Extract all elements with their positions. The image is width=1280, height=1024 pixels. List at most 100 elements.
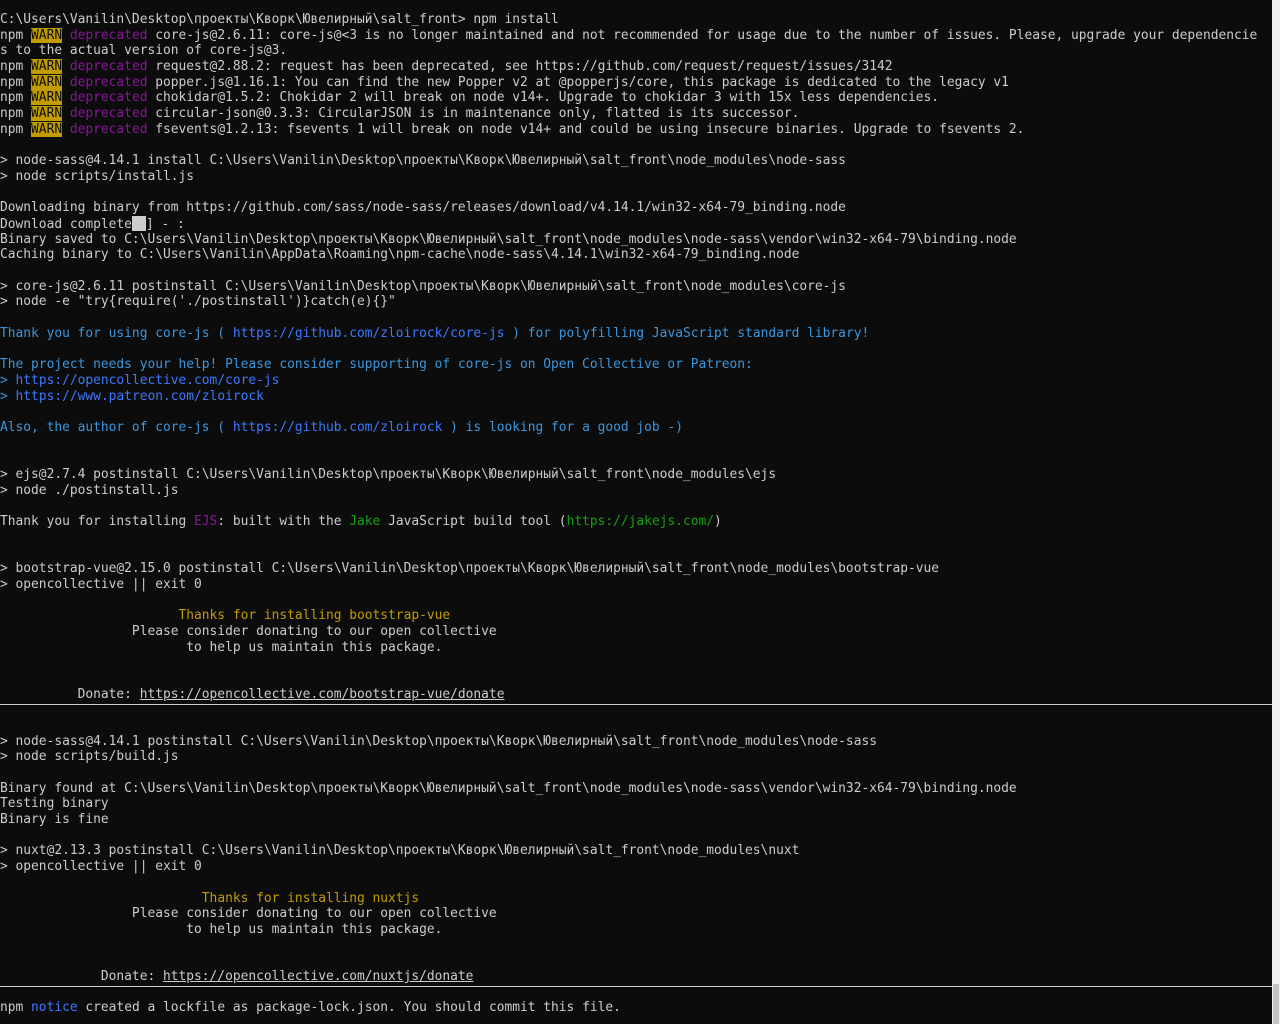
terminal-text: core-js@2.6.11: core-js@<3 is no longer … (147, 27, 1258, 43)
separator-line (0, 986, 1272, 987)
terminal-line: Binary found at C:\Users\Vanilin\Desktop… (0, 781, 1272, 797)
terminal-text: WARN (31, 106, 63, 122)
terminal-text: https://opencollective.com/core-js (15, 372, 280, 388)
terminal-text: The project needs your help! Please cons… (0, 357, 753, 373)
terminal-text: deprecated (69, 59, 148, 75)
terminal-text: > node-sass@4.14.1 install C:\Users\Vani… (0, 153, 846, 169)
terminal-text: > node ./postinstall.js (0, 482, 179, 498)
terminal-text: notice (31, 1000, 78, 1016)
terminal-line: Donate: https://opencollective.com/nuxtj… (0, 969, 1272, 985)
terminal-text: EJS (194, 514, 218, 529)
terminal-text: Downloading binary from https://github.c… (0, 200, 846, 216)
terminal-line: > opencollective || exit 0 (0, 577, 1272, 593)
terminal-output: C:\Users\Vanilin\Desktop\проекты\Кворк\Ю… (0, 0, 1272, 1024)
terminal-line: Thank you for using core-js ( https://gi… (0, 326, 1272, 342)
scrollbar-thumb[interactable] (1273, 984, 1279, 1024)
terminal-text: Jake (349, 514, 381, 529)
terminal-line: npm notice created a lockfile as package… (0, 1000, 1272, 1016)
terminal-text: https://www.patreon.com/zloirock (15, 388, 264, 404)
terminal-line: > node -e "try{require('./postinstall')}… (0, 294, 1272, 310)
terminal-text: > (0, 372, 16, 388)
terminal-line: Thank you for installing EJS: built with… (0, 514, 1272, 530)
terminal-text: npm (0, 1000, 32, 1016)
terminal-text: chokidar@1.5.2: Chokidar 2 will break on… (147, 90, 940, 106)
terminal-text: > ejs@2.7.4 postinstall C:\Users\Vanilin… (0, 466, 777, 482)
terminal-text: npm (0, 59, 32, 75)
terminal-line: > core-js@2.6.11 postinstall C:\Users\Va… (0, 279, 1272, 295)
terminal-text: https://github.com/zloirock (232, 419, 443, 435)
terminal-line: Binary saved to C:\Users\Vanilin\Desktop… (0, 232, 1272, 248)
terminal-line: > node scripts/install.js (0, 169, 1272, 185)
terminal-text: Also, the author of core-js ( (0, 419, 233, 435)
terminal-text: circular-json@0.3.3: CircularJSON is in … (147, 106, 800, 122)
terminal-text: > node scripts/install.js (0, 168, 195, 184)
terminal-text: > opencollective || exit 0 (0, 859, 202, 875)
terminal-line: s to the actual version of core-js@3. (0, 43, 1272, 59)
terminal-line: Thanks for installing bootstrap-vue (0, 608, 1272, 624)
terminal-line: Testing binary (0, 796, 1272, 812)
terminal-text: created a lockfile as package-lock.json.… (77, 1000, 621, 1016)
terminal-line: to help us maintain this package. (0, 922, 1272, 938)
terminal-text: Donate: (0, 968, 163, 984)
terminal-line: > bootstrap-vue@2.15.0 postinstall C:\Us… (0, 561, 1272, 577)
terminal-text: > node -e "try{require('./postinstall')}… (0, 294, 396, 310)
terminal-line: > node-sass@4.14.1 install C:\Users\Vani… (0, 153, 1272, 169)
terminal-text: > node-sass@4.14.1 postinstall C:\Users\… (0, 733, 877, 749)
terminal-text: request@2.88.2: request has been depreca… (147, 59, 893, 75)
vertical-scrollbar[interactable] (1272, 0, 1280, 1024)
terminal-text: Caching binary to C:\Users\Vanilin\AppDa… (0, 247, 800, 263)
terminal-text: Download complete (0, 216, 132, 232)
terminal-text: WARN (31, 121, 63, 137)
terminal-text: https://opencollective.com/bootstrap-vue… (139, 686, 505, 702)
terminal-text: npm (0, 27, 32, 43)
terminal-line: npm WARN deprecated popper.js@1.16.1: Yo… (0, 74, 1272, 91)
terminal-text: Binary is fine (0, 812, 109, 828)
terminal-line: Download complete] - : (0, 215, 1272, 232)
terminal-text: popper.js@1.16.1: You can find the new P… (147, 74, 1009, 90)
terminal-text: npm (0, 74, 32, 90)
terminal-text: > core-js@2.6.11 postinstall C:\Users\Va… (0, 278, 846, 294)
terminal-line: npm WARN deprecated fsevents@1.2.13: fse… (0, 121, 1272, 138)
terminal-text: > node scripts/build.js (0, 749, 179, 765)
terminal-text: npm (0, 90, 32, 106)
terminal-text: > nuxt@2.13.3 postinstall C:\Users\Vanil… (0, 843, 800, 859)
terminal-line: The project needs your help! Please cons… (0, 357, 1272, 373)
terminal-text: Thank you for using core-js ( (0, 325, 233, 341)
terminal-text: ) is looking for a good job -) (442, 419, 683, 435)
terminal-line: Caching binary to C:\Users\Vanilin\AppDa… (0, 247, 1272, 263)
terminal-line: > node ./postinstall.js (0, 483, 1272, 499)
terminal-text: https://jakejs.com/ (566, 514, 715, 529)
terminal-text: Binary found at C:\Users\Vanilin\Desktop… (0, 780, 1017, 796)
terminal-text: https://opencollective.com/nuxtjs/donate (162, 968, 474, 984)
terminal-line: Please consider donating to our open col… (0, 624, 1272, 640)
terminal-text: deprecated (69, 121, 148, 137)
terminal-text: Testing binary (0, 796, 109, 812)
terminal-line: > https://opencollective.com/core-js (0, 373, 1272, 389)
terminal-text: : built with the (217, 514, 350, 529)
terminal-text: s to the actual version of core-js@3. (0, 43, 288, 59)
separator-line (0, 704, 1272, 705)
terminal-line: npm WARN deprecated request@2.88.2: requ… (0, 59, 1272, 75)
terminal-line: > node-sass@4.14.1 postinstall C:\Users\… (0, 734, 1272, 750)
